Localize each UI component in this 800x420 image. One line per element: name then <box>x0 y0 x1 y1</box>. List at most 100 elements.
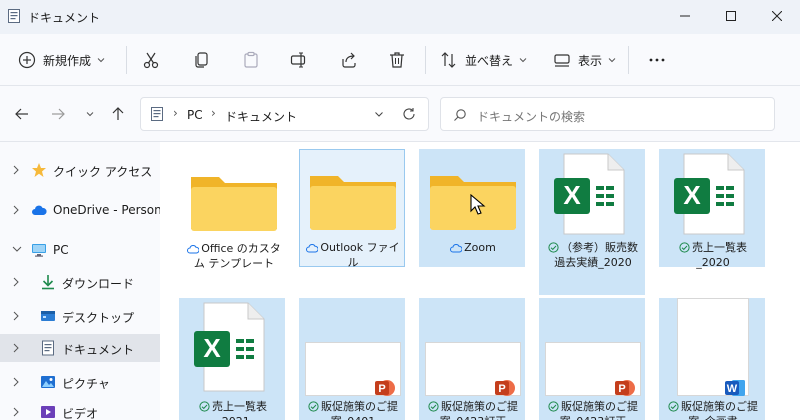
chevron-right-icon[interactable] <box>12 343 20 353</box>
window-title: ドキュメント <box>28 11 101 25</box>
search-box[interactable]: ドキュメントの検索 <box>440 97 775 131</box>
toolbar-divider <box>628 46 629 74</box>
sort-button[interactable]: 並べ替え <box>440 42 527 78</box>
breadcrumb-documents[interactable]: ドキュメント <box>225 108 297 125</box>
chevron-right-icon[interactable] <box>12 165 20 175</box>
chevron-down-icon[interactable] <box>374 109 384 119</box>
navigation-bar: › PC › ドキュメント ドキュメントの検索 <box>0 86 800 142</box>
chevron-right-icon[interactable] <box>12 377 20 387</box>
synced-check-icon <box>668 401 679 412</box>
sidebar-item-videos[interactable]: ビデオ <box>0 398 160 420</box>
new-button-label: 新規作成 <box>43 53 92 68</box>
more-icon <box>649 58 665 62</box>
cloud-outline-icon <box>306 244 319 253</box>
sort-icon <box>441 52 456 68</box>
view-button-label: 表示 <box>578 53 603 68</box>
copy-button[interactable] <box>193 42 211 78</box>
file-item[interactable]: X 売上一覧表_2020 <box>659 149 765 269</box>
arrow-up-icon <box>112 107 124 120</box>
file-item[interactable]: W 販促施策のご提案_企画書 <box>659 298 765 420</box>
file-item[interactable]: P 販促施策のご提案_0401 <box>299 298 405 420</box>
sidebar-item-label: ドキュメント <box>62 343 135 357</box>
delete-button[interactable] <box>388 42 406 78</box>
command-bar: 新規作成 並べ替え 表示 <box>0 34 800 86</box>
chevron-down-icon[interactable] <box>12 245 22 253</box>
rename-button[interactable] <box>290 42 308 78</box>
star-icon <box>32 163 46 177</box>
paste-button[interactable] <box>242 42 260 78</box>
refresh-icon[interactable] <box>402 107 416 121</box>
file-item[interactable]: Zoom <box>419 149 525 267</box>
back-button[interactable] <box>10 102 34 126</box>
chevron-right-icon[interactable] <box>12 407 20 417</box>
sidebar-item-quick-access[interactable]: クイック アクセス <box>0 156 160 184</box>
sidebar-item-desktop[interactable]: デスクトップ <box>0 302 160 330</box>
chevron-down-icon <box>608 58 616 63</box>
share-button[interactable] <box>340 42 358 78</box>
sidebar-item-pc[interactable]: PC <box>0 236 160 264</box>
chevron-right-icon[interactable] <box>12 277 20 287</box>
toolbar-divider <box>126 46 127 74</box>
file-name: Zoom <box>424 240 522 255</box>
sidebar-item-label: デスクトップ <box>62 311 135 325</box>
copy-icon <box>195 52 208 68</box>
excel-file-icon: X <box>674 153 745 235</box>
trash-icon <box>390 52 404 68</box>
sort-button-label: 並べ替え <box>465 53 514 68</box>
file-name: 販促施策のご提案_0423訂正 <box>544 399 642 420</box>
svg-text:X: X <box>563 180 581 210</box>
view-icon <box>554 54 570 67</box>
maximize-button[interactable] <box>708 0 754 32</box>
powerpoint-icon: P <box>495 380 515 396</box>
sidebar-item-documents[interactable]: ドキュメント <box>0 334 160 362</box>
new-button[interactable]: 新規作成 <box>18 42 105 78</box>
arrow-right-icon <box>52 108 65 120</box>
recent-locations-button[interactable] <box>78 102 102 126</box>
sidebar-item-pictures[interactable]: ピクチャ <box>0 368 160 396</box>
up-button[interactable] <box>106 102 130 126</box>
file-item[interactable]: Outlook ファイル <box>299 149 405 269</box>
file-name: 販促施策のご提案_企画書 <box>664 399 762 420</box>
cut-button[interactable] <box>142 42 160 78</box>
close-button[interactable] <box>754 0 800 32</box>
synced-check-icon <box>199 401 210 412</box>
chevron-right-icon[interactable] <box>12 311 20 321</box>
synced-check-icon <box>679 242 690 253</box>
address-bar[interactable]: › PC › ドキュメント <box>140 97 429 131</box>
view-button[interactable]: 表示 <box>553 42 616 78</box>
mouse-cursor-icon <box>470 194 486 215</box>
breadcrumb-separator[interactable]: › <box>211 106 216 120</box>
forward-button[interactable] <box>46 102 70 126</box>
word-icon: W <box>725 380 745 396</box>
chevron-down-icon <box>97 58 105 63</box>
sidebar-item-label: PC <box>53 243 69 257</box>
breadcrumb-pc[interactable]: PC <box>187 108 203 122</box>
folder-icon <box>191 177 277 231</box>
powerpoint-icon: P <box>615 380 635 396</box>
title-bar: ドキュメント <box>0 0 800 32</box>
file-item[interactable]: P 販促施策のご提案_0423訂正 <box>539 298 645 420</box>
file-item[interactable]: X 売上一覧表_2021 <box>179 298 285 420</box>
file-item[interactable]: Office のカスタム テンプレート <box>180 150 286 270</box>
search-icon <box>454 109 466 121</box>
powerpoint-icon: P <box>375 380 395 396</box>
svg-text:X: X <box>683 180 701 210</box>
sidebar-item-onedrive[interactable]: OneDrive - Personal <box>0 196 172 224</box>
svg-text:W: W <box>727 383 738 395</box>
cloud-outline-icon <box>187 245 200 254</box>
sidebar-item-label: ビデオ <box>62 407 99 420</box>
file-item[interactable]: X （参考）販売数過去実績_2020 <box>539 149 645 295</box>
document-icon <box>42 340 54 356</box>
minimize-button[interactable] <box>662 0 708 32</box>
share-icon <box>342 52 356 68</box>
svg-text:P: P <box>378 383 385 395</box>
folder-icon <box>310 176 396 230</box>
file-item[interactable]: P 販促施策のご提案_0423訂正 <box>419 298 525 420</box>
breadcrumb-separator[interactable]: › <box>173 106 178 120</box>
more-options-button[interactable] <box>648 42 666 78</box>
sidebar-item-downloads[interactable]: ダウンロード <box>0 268 160 296</box>
pictures-icon <box>41 376 55 388</box>
file-view: Office のカスタム テンプレート Outlook ファイル Zoom X … <box>160 142 800 420</box>
chevron-right-icon[interactable] <box>12 205 20 215</box>
excel-file-icon: X <box>194 302 265 392</box>
